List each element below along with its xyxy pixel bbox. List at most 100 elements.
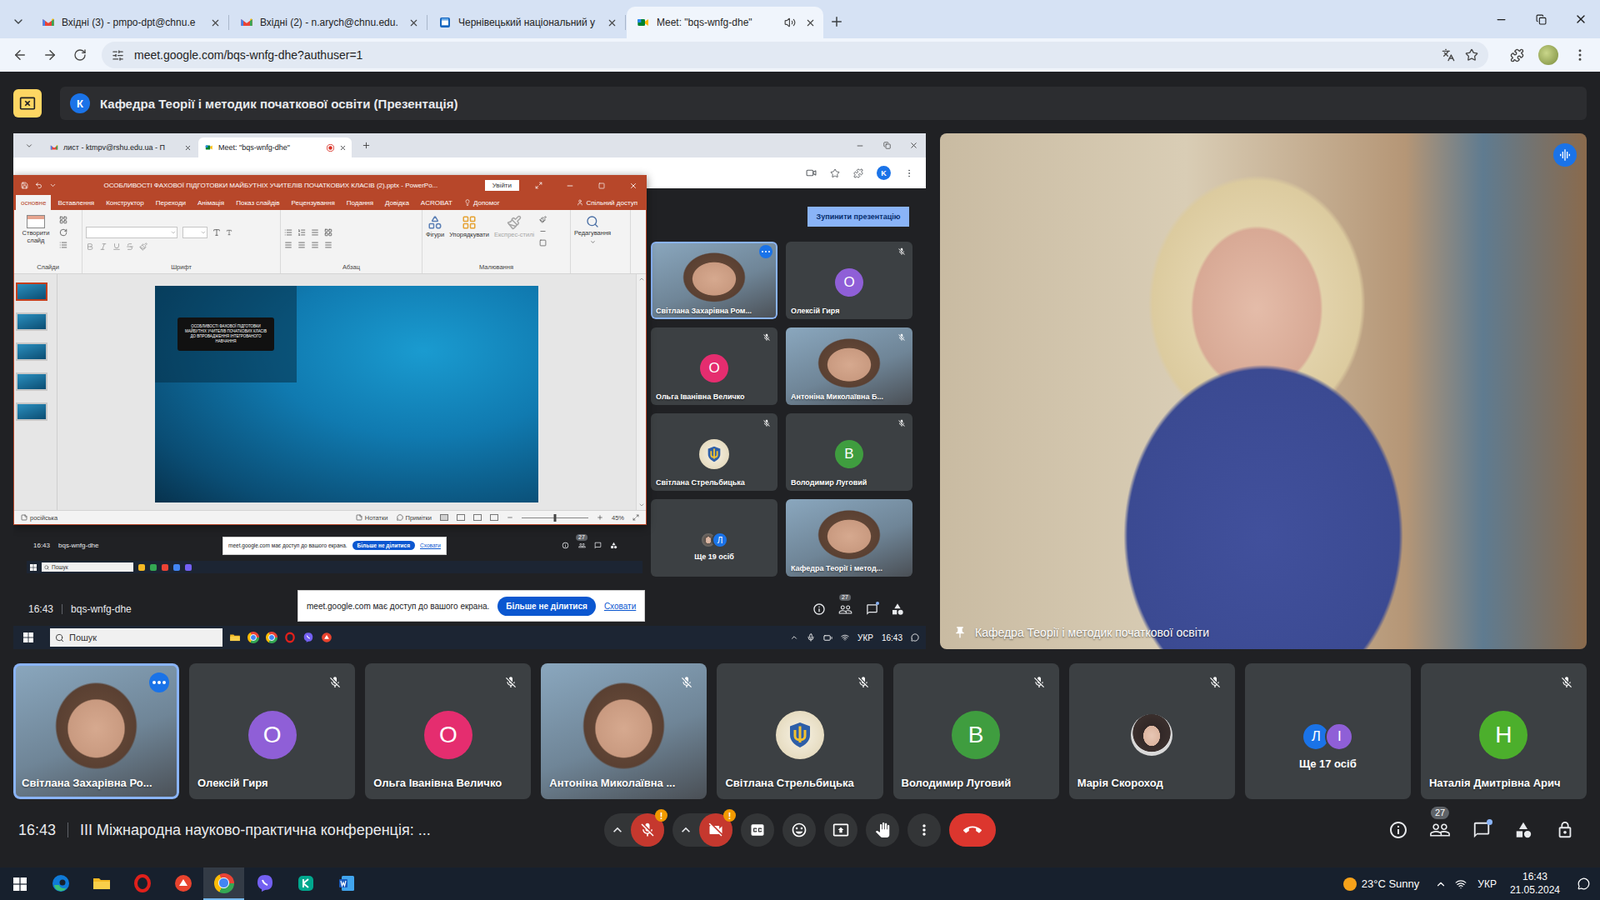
- ribbon-tab[interactable]: ACROBAT: [415, 195, 458, 210]
- address-bar[interactable]: meet.google.com/bqs-wnfg-dhe?authuser=1: [101, 41, 1489, 69]
- italic-icon[interactable]: [99, 242, 108, 251]
- participant-tile[interactable]: ООлексій Гиря: [189, 663, 355, 800]
- participant-tile[interactable]: ЛІЩе 17 осіб: [1245, 663, 1411, 800]
- participant-tile[interactable]: Антоніна Миколаївна Б...: [785, 327, 913, 405]
- strikethrough-icon[interactable]: [125, 242, 135, 251]
- puzzle-icon[interactable]: [853, 168, 864, 179]
- ribbon-tab[interactable]: Вставлення: [52, 195, 100, 210]
- slide-thumbnail[interactable]: [15, 342, 48, 361]
- more-options-button[interactable]: [907, 813, 941, 847]
- chat-button[interactable]: [864, 601, 880, 617]
- slide-thumbnail[interactable]: [15, 312, 48, 331]
- chrome-icon[interactable]: [247, 631, 260, 644]
- video-options-button[interactable]: [675, 813, 696, 847]
- host-controls-button[interactable]: [1553, 818, 1577, 842]
- taskbar-app[interactable]: [325, 867, 367, 900]
- app-icon[interactable]: [173, 564, 180, 571]
- new-tab-button[interactable]: [353, 133, 379, 158]
- normal-view-button[interactable]: [440, 514, 449, 521]
- app-icon[interactable]: [138, 564, 145, 571]
- language-indicator[interactable]: УКР: [1470, 867, 1504, 900]
- hide-link[interactable]: Сховати: [420, 542, 441, 549]
- people-button[interactable]: 27: [837, 601, 853, 617]
- close-icon[interactable]: [184, 144, 192, 152]
- font-color-icon[interactable]: [139, 242, 148, 251]
- fit-icon[interactable]: [632, 514, 640, 521]
- windows-icon[interactable]: [23, 632, 34, 643]
- arrange-button[interactable]: Упорядкувати: [449, 213, 490, 240]
- section-icon[interactable]: [59, 240, 68, 250]
- shapes-button[interactable]: Фігури: [425, 213, 445, 240]
- activities-icon[interactable]: [610, 541, 618, 550]
- restore-button[interactable]: [1521, 0, 1560, 39]
- reading-view-button[interactable]: [473, 514, 482, 521]
- people-button[interactable]: 27: [577, 541, 586, 550]
- reactions-button[interactable]: [782, 813, 816, 847]
- participant-tile[interactable]: Світлана Захарівна Ром...: [650, 241, 778, 320]
- fill-icon[interactable]: [539, 215, 547, 224]
- minimize-button[interactable]: [847, 133, 873, 158]
- hide-link[interactable]: Сховати: [604, 601, 636, 611]
- edge-icon[interactable]: [50, 873, 71, 894]
- participant-tile[interactable]: Антоніна Миколаївна ...: [540, 663, 707, 800]
- app-icon[interactable]: [320, 631, 333, 644]
- participant-tile[interactable]: Світлана Стрельбицька: [716, 663, 883, 800]
- zoom-slider[interactable]: [521, 517, 589, 519]
- justify-icon[interactable]: [324, 240, 333, 250]
- search-field[interactable]: Пошук: [41, 562, 134, 572]
- stop-sharing-button[interactable]: Більше не ділитися: [497, 596, 596, 616]
- slide-thumbnail[interactable]: [15, 372, 48, 391]
- info-icon[interactable]: [812, 602, 826, 616]
- slide-thumbnail[interactable]: [15, 402, 48, 421]
- participant-tile[interactable]: ООлексій Гиря: [785, 241, 913, 320]
- tab-audio[interactable]: [783, 15, 797, 30]
- zoom-thumb[interactable]: [553, 514, 556, 522]
- app-icon[interactable]: [185, 564, 192, 571]
- chat-button[interactable]: [1470, 818, 1494, 842]
- participant-tile[interactable]: ВВолодимир Луговий: [893, 663, 1060, 800]
- reset-icon[interactable]: [59, 228, 68, 237]
- ribbon-tab[interactable]: основне: [15, 195, 51, 210]
- raise-hand-button[interactable]: [865, 813, 900, 847]
- info-button[interactable]: [1386, 818, 1410, 842]
- browser-tab[interactable]: Вхідні (3) - pmpo-dpt@chnu.e: [31, 6, 229, 39]
- taskbar-app[interactable]: [244, 867, 285, 900]
- ribbon-tab[interactable]: Показ слайдів: [230, 195, 285, 210]
- tray-expand[interactable]: [1430, 867, 1451, 900]
- app-icon[interactable]: [173, 873, 194, 894]
- bullets-icon[interactable]: [284, 228, 293, 237]
- stop-presentation-button[interactable]: [13, 89, 42, 118]
- notifications-icon[interactable]: [910, 633, 920, 642]
- info-icon[interactable]: [561, 541, 570, 550]
- chrome-icon[interactable]: [214, 873, 235, 894]
- tab-close[interactable]: [803, 15, 817, 30]
- participant-tile[interactable]: Світлана Стрельбицька: [650, 413, 778, 491]
- tab-close[interactable]: [605, 15, 619, 30]
- tab-search-button[interactable]: [16, 133, 42, 158]
- chrome-icon[interactable]: [265, 631, 278, 644]
- ribbon-tab[interactable]: Подання: [341, 195, 379, 210]
- tab-close[interactable]: [208, 15, 222, 30]
- weather-widget[interactable]: 23°C Sunny: [1331, 867, 1432, 900]
- title-placeholder[interactable]: ОСОБЛИВОСТІ ФАХОВОЇ ПІДГОТОВКИ МАЙБУТНІХ…: [177, 317, 275, 351]
- extensions-button[interactable]: [1503, 41, 1530, 69]
- viber-icon[interactable]: [255, 873, 275, 894]
- close-button[interactable]: [900, 133, 926, 158]
- undo-icon[interactable]: [35, 181, 43, 190]
- bookmark-icon[interactable]: [830, 168, 840, 179]
- opera-icon[interactable]: [132, 873, 153, 894]
- taskbar-app[interactable]: [121, 867, 163, 900]
- slideshow-button[interactable]: [490, 514, 499, 521]
- shrink-font-icon[interactable]: [225, 229, 233, 236]
- share-button[interactable]: Спільний доступ: [568, 195, 646, 210]
- viber-icon[interactable]: [302, 631, 315, 644]
- ribbon-display-button[interactable]: [525, 175, 551, 195]
- scrollbar[interactable]: [635, 274, 646, 510]
- windows-icon[interactable]: [30, 564, 37, 571]
- windows-icon[interactable]: [13, 877, 27, 891]
- columns-icon[interactable]: [324, 228, 333, 237]
- taskbar-app[interactable]: [40, 867, 81, 900]
- restore-button[interactable]: [874, 133, 900, 158]
- editing-button[interactable]: Редагування: [574, 213, 611, 245]
- profile-avatar[interactable]: [1538, 45, 1559, 65]
